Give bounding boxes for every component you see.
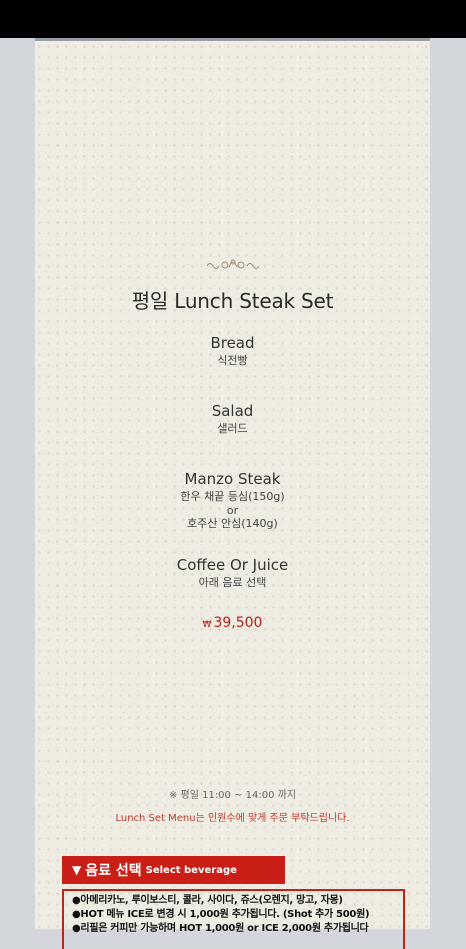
course-drink: Coffee Or Juice 아래 음료 선택 (35, 555, 430, 591)
triangle-down-icon: ▼ (72, 863, 82, 877)
price-value: 39,500 (213, 615, 263, 631)
beverage-line: ●아메리카노, 루이보스티, 콜라, 사이다, 쥬스(오렌지, 망고, 자몽) (72, 895, 343, 906)
course-bread: Bread 식전빵 (35, 333, 430, 369)
price: ₩39,500 (35, 615, 430, 631)
course-steak: Manzo Steak 한우 채끝 등심(150g) or 호주산 안심(140… (35, 469, 430, 532)
menu-card: 평일 Lunch Steak Set Bread 식전빵 Salad 샐러드 M… (35, 38, 430, 949)
course-name: Coffee Or Juice (176, 556, 289, 574)
course-desc: 식전빵 (217, 354, 248, 367)
currency-symbol: ₩ (202, 620, 212, 630)
course-salad: Salad 샐러드 (35, 401, 430, 437)
lunch-hours: ※ 평일 11:00 ~ 14:00 까지 (168, 790, 297, 801)
beverage-list: ●아메리카노, 루이보스티, 콜라, 사이다, 쥬스(오렌지, 망고, 자몽) … (72, 894, 402, 936)
course-name: Manzo Steak (184, 470, 281, 488)
beverage-line: ●HOT 메뉴 ICE로 변경 시 1,000원 추가됩니다. (Shot 추가… (72, 909, 370, 920)
status-bar (0, 0, 466, 38)
course-name: Salad (211, 402, 254, 420)
course-or: or (226, 504, 239, 517)
beverage-header: ▼ 음료 선택 Select beverage (62, 856, 285, 884)
beverage-line: ●리필은 커피만 가능하며 HOT 1,000원 or ICE 2,000원 추… (72, 923, 369, 934)
beverage-title-en: Select beverage (145, 864, 237, 876)
menu-title: 평일 Lunch Steak Set (131, 289, 334, 313)
course-desc-alt: 호주산 안심(140g) (187, 517, 278, 530)
course-desc: 한우 채끝 등심(150g) (180, 490, 285, 503)
order-notice: Lunch Set Menu는 인원수에 맞게 주문 부탁드립니다. (115, 813, 350, 824)
flourish-ornament-icon (35, 257, 430, 277)
beverage-title-ko: 음료 선택 (85, 863, 142, 879)
course-desc: 아래 음료 선택 (198, 576, 267, 589)
course-name: Bread (210, 334, 255, 352)
course-desc: 샐러드 (217, 422, 248, 435)
